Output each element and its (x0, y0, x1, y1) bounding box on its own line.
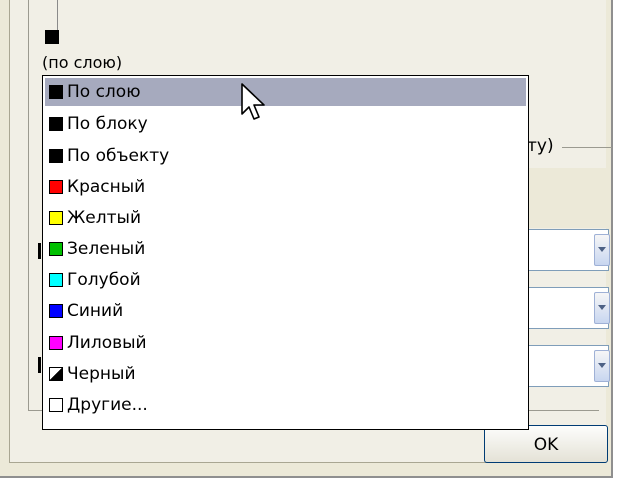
list-item-label: Другие... (67, 395, 148, 415)
list-item-other[interactable]: Другие... (45, 391, 526, 419)
list-item-label: По объекту (67, 146, 170, 166)
combo-box-3[interactable] (527, 345, 610, 387)
color-swatch (49, 180, 63, 194)
color-swatch (49, 211, 63, 225)
list-item-label: Черный (67, 364, 136, 384)
list-item-cyan[interactable]: Голубой (45, 266, 526, 294)
color-swatch (49, 117, 63, 131)
list-item-label: Синий (67, 301, 124, 321)
tick-mark (38, 357, 41, 373)
list-item-yellow[interactable]: Желтый (45, 204, 526, 232)
list-item-bylayer[interactable]: По слою (45, 78, 526, 106)
list-item-label: Зеленый (67, 239, 146, 259)
list-item-label: Желтый (67, 208, 142, 228)
combo-box-1[interactable] (527, 229, 610, 271)
list-item-label: Голубой (67, 270, 141, 290)
current-color-swatch (45, 30, 59, 44)
list-item-label: По слою (67, 82, 141, 102)
color-swatch (49, 273, 63, 287)
list-item-label: Красный (67, 177, 146, 197)
combo-box-2[interactable] (527, 287, 610, 329)
list-item-byblock[interactable]: По блоку (45, 110, 526, 138)
list-item-red[interactable]: Красный (45, 173, 526, 201)
chevron-down-icon[interactable] (594, 292, 610, 324)
list-item-black[interactable]: Черный (45, 360, 526, 388)
list-item-green[interactable]: Зеленый (45, 235, 526, 263)
panel-shade (525, 168, 611, 228)
chevron-down-icon[interactable] (594, 234, 610, 266)
color-swatch (49, 398, 63, 412)
current-color-label: (по слою) (42, 53, 123, 72)
tree-connector (57, 0, 58, 30)
color-swatch (49, 367, 63, 381)
color-swatch (49, 85, 63, 99)
list-item-label: Лиловый (67, 333, 147, 353)
list-item-blue[interactable]: Синий (45, 297, 526, 325)
color-dropdown-list[interactable]: По слою По блоку По объекту Красный Желт… (42, 75, 529, 430)
color-swatch (49, 149, 63, 163)
list-item-magenta[interactable]: Лиловый (45, 329, 526, 357)
list-item-byobject[interactable]: По объекту (45, 142, 526, 170)
chevron-down-icon[interactable] (594, 350, 610, 382)
list-item-label: По блоку (67, 114, 148, 134)
tick-mark (38, 243, 41, 259)
obscured-label-fragment: ту) (527, 136, 554, 156)
color-swatch (49, 304, 63, 318)
color-swatch (49, 242, 63, 256)
color-swatch (49, 336, 63, 350)
mouse-pointer-icon (241, 83, 265, 120)
separator-line (562, 147, 612, 148)
ok-button[interactable]: OK (484, 425, 608, 463)
